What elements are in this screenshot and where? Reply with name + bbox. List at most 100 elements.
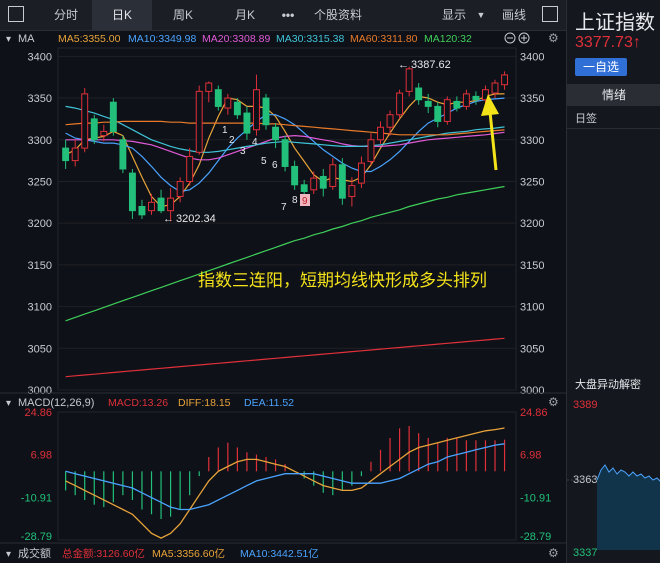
ma120-value: MA120:32 bbox=[424, 33, 472, 45]
volume-gear-icon[interactable]: ⚙ bbox=[548, 546, 559, 560]
diff-line bbox=[65, 427, 505, 539]
ma10-value: MA10:3349.98 bbox=[128, 33, 196, 45]
marker-6: 6 bbox=[272, 160, 278, 171]
tab-weekly-k[interactable]: 周K bbox=[160, 0, 206, 30]
marker-7: 7 bbox=[281, 202, 287, 213]
y-tick-label-right: 3400 bbox=[520, 51, 544, 63]
stock-data-button[interactable]: 个股资料 bbox=[305, 0, 371, 30]
fullscreen-icon[interactable] bbox=[542, 6, 558, 22]
y-tick-label: 3300 bbox=[28, 135, 52, 147]
candle-body bbox=[377, 126, 384, 141]
y-tick-label-right: 3250 bbox=[520, 176, 544, 188]
candle-body bbox=[291, 165, 299, 186]
index-price: 3377.73↑ bbox=[575, 34, 641, 51]
candle-body bbox=[176, 180, 184, 197]
candle-body bbox=[405, 68, 413, 92]
macd-gear-icon[interactable]: ⚙ bbox=[548, 395, 559, 409]
ma5-value: MA5:3355.00 bbox=[58, 33, 121, 45]
dea-line bbox=[65, 443, 505, 511]
draw-line-button[interactable]: 画线 bbox=[496, 0, 532, 30]
mini-intraday-chart bbox=[567, 464, 660, 550]
diff-value: DIFF:18.15 bbox=[178, 397, 231, 409]
more-button[interactable]: ••• bbox=[276, 0, 300, 30]
dea-value: DEA:11.52 bbox=[244, 397, 294, 409]
display-dropdown[interactable]: 显示 bbox=[436, 0, 472, 30]
candle-body bbox=[453, 100, 461, 109]
low-annotation: ← 3202.34 bbox=[163, 213, 216, 225]
y-tick-label-right: 3050 bbox=[520, 343, 544, 355]
up-arrow-icon: ↑ bbox=[632, 34, 641, 51]
layout-icon[interactable] bbox=[8, 6, 24, 22]
candle-body bbox=[434, 105, 442, 122]
candle-body bbox=[329, 164, 337, 187]
y-tick-label-right: 3000 bbox=[520, 385, 544, 397]
candle-body bbox=[491, 82, 499, 94]
daily-sign-label[interactable]: 日签 bbox=[575, 110, 597, 126]
kline-chart: ▾ MA MA5:3355.00 MA10:3349.98 MA20:3308.… bbox=[0, 31, 566, 560]
macd-y-tick: 24.86 bbox=[24, 407, 52, 419]
candle-body bbox=[224, 97, 232, 109]
macd-y-tick: -28.79 bbox=[21, 531, 52, 543]
candle-body bbox=[62, 147, 70, 162]
candle-body bbox=[205, 82, 213, 92]
ma-line-ma60 bbox=[65, 120, 505, 136]
macd-y-tick-right: -28.79 bbox=[520, 531, 551, 543]
ma-collapse-icon[interactable]: ▾ bbox=[6, 34, 11, 45]
candle-body bbox=[167, 197, 175, 212]
candle-body bbox=[415, 87, 423, 101]
candle-body bbox=[338, 164, 346, 199]
candle-body bbox=[348, 185, 356, 197]
y-tick-label: 3350 bbox=[28, 93, 52, 105]
marker-8: 8 bbox=[292, 195, 298, 206]
ma30-value: MA30:3315.38 bbox=[276, 33, 344, 45]
marker-4: 4 bbox=[252, 137, 258, 148]
macd-lines bbox=[65, 427, 505, 539]
marker-9: 9 bbox=[302, 196, 308, 207]
candle-body bbox=[243, 112, 251, 134]
candle-body bbox=[186, 155, 194, 182]
candle-body bbox=[138, 205, 146, 216]
candle-body bbox=[386, 114, 394, 128]
candle-body bbox=[128, 172, 136, 212]
market-move-label[interactable]: 大盘异动解密 bbox=[575, 376, 641, 392]
candle-body bbox=[472, 95, 480, 101]
y-tick-label-right: 3100 bbox=[520, 302, 544, 314]
candle-body bbox=[300, 184, 308, 192]
toolbar: 分时 日K 周K 月K ••• 个股资料 显示 ▼ 画线 bbox=[0, 0, 566, 31]
tab-sentiment[interactable]: 情绪 bbox=[567, 84, 660, 106]
candle-body bbox=[396, 92, 404, 116]
candle-body bbox=[253, 89, 260, 131]
low-annotation-label: 3202.34 bbox=[176, 213, 216, 225]
tab-monthly-k[interactable]: 月K bbox=[222, 0, 268, 30]
index-title: 上证指数 bbox=[575, 12, 655, 34]
y-tick-label-right: 3200 bbox=[520, 218, 544, 230]
y-tick-label: 3050 bbox=[28, 343, 52, 355]
candle-body bbox=[462, 93, 470, 107]
ma-indicator-label[interactable]: MA bbox=[18, 33, 35, 45]
tab-intraday[interactable]: 分时 bbox=[46, 0, 86, 30]
volume-collapse-icon[interactable]: ▾ bbox=[6, 549, 11, 560]
macd-collapse-icon[interactable]: ▾ bbox=[6, 398, 11, 409]
volume-total: 总金额:3126.60亿 bbox=[62, 547, 145, 560]
candle-body bbox=[281, 139, 289, 167]
candle-body bbox=[157, 197, 165, 212]
y-tick-label: 3100 bbox=[28, 302, 52, 314]
y-tick-label-right: 3300 bbox=[520, 135, 544, 147]
gear-icon[interactable]: ⚙ bbox=[548, 31, 559, 45]
marker-5: 5 bbox=[261, 156, 267, 167]
ma60-value: MA60:3311.80 bbox=[350, 33, 418, 45]
candle-body bbox=[367, 139, 375, 162]
high-annotation: ← 3387.62 bbox=[398, 59, 451, 71]
tab-daily-k[interactable]: 日K bbox=[92, 0, 152, 30]
add-watchlist-button[interactable]: 一自选 bbox=[575, 58, 627, 76]
candle-body bbox=[357, 162, 365, 184]
macd-y-tick-right: -10.91 bbox=[520, 492, 551, 504]
candle-body bbox=[148, 201, 155, 212]
macd-y-tick: -10.91 bbox=[21, 492, 52, 504]
candle-body bbox=[424, 100, 432, 107]
candle-body bbox=[443, 99, 451, 122]
ma20-value: MA20:3308.89 bbox=[202, 33, 270, 45]
chevron-down-icon[interactable]: ▼ bbox=[474, 0, 488, 30]
volume-indicator-label[interactable]: 成交额 bbox=[18, 546, 51, 560]
candle-body bbox=[119, 139, 127, 170]
